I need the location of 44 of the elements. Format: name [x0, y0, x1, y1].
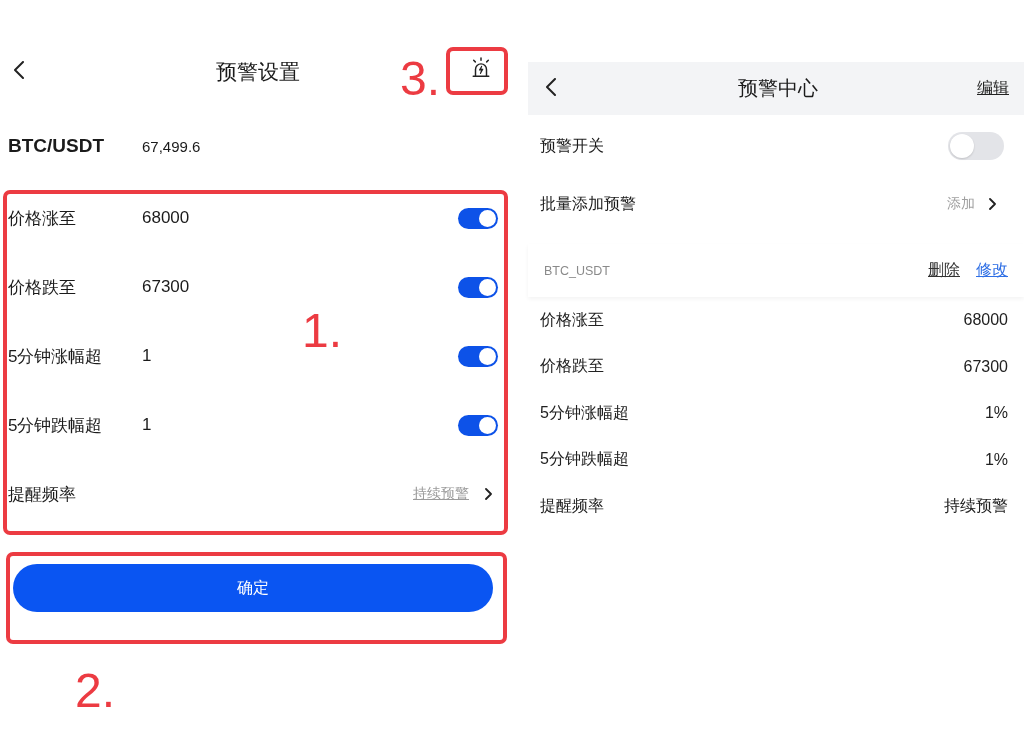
alert-label: 价格跌至	[8, 276, 77, 299]
alert-label: 价格涨至	[540, 309, 604, 330]
alert-value: 持续预警	[944, 495, 1008, 516]
chevron-icon	[485, 488, 492, 500]
chevron-icon	[989, 198, 996, 210]
toggle-switch[interactable]	[458, 276, 498, 298]
toggle-switch[interactable]	[458, 345, 498, 367]
alert-value: 68000	[963, 311, 1008, 330]
modify-link[interactable]: 修改	[976, 260, 1008, 281]
alert-label: 提醒频率	[8, 483, 77, 506]
delete-link[interactable]: 删除	[928, 260, 960, 281]
screen-title: 预警中心	[737, 76, 818, 101]
alert-value: 67300	[142, 277, 190, 297]
alert-value: 68000	[142, 208, 190, 228]
alert-value: 1	[142, 346, 152, 366]
pair-name: BTC_USDT	[544, 263, 610, 278]
screen-title: 预警设置	[215, 58, 300, 85]
alert-value: 1%	[984, 450, 1008, 469]
setting-label: 批量添加预警	[540, 193, 636, 214]
annotation-number: 1.	[302, 307, 343, 355]
alert-label: 5分钟涨幅超	[540, 402, 629, 423]
pair-symbol: BTC/USDT	[8, 135, 106, 157]
annotation-number: 2.	[75, 667, 116, 715]
pair-price: 67,499.6	[142, 137, 201, 155]
alarm-light-icon[interactable]	[470, 57, 492, 79]
alert-value: 67300	[963, 357, 1008, 376]
back-icon[interactable]	[14, 60, 24, 79]
alert-value: 1	[142, 415, 152, 435]
alert-label: 价格涨至	[8, 207, 77, 230]
toggle-switch[interactable]	[458, 207, 498, 229]
back-icon[interactable]	[546, 77, 556, 96]
alert-label: 提醒频率	[540, 495, 604, 516]
alert-value: 1%	[984, 404, 1008, 423]
alert-label: 5分钟涨幅超	[8, 345, 104, 368]
toggle-switch[interactable]	[948, 132, 1004, 160]
confirm-button[interactable]: 确定	[13, 564, 493, 612]
alert-label: 5分钟跌幅超	[540, 449, 629, 470]
setting-label: 预警开关	[540, 135, 604, 156]
edit-link[interactable]: 编辑	[977, 78, 1009, 99]
alert-label: 5分钟跌幅超	[8, 414, 104, 437]
toggle-switch[interactable]	[458, 414, 498, 436]
alert-label: 价格跌至	[540, 356, 604, 377]
frequency-link[interactable]: 持续预警	[413, 485, 469, 503]
annotation-number: 3.	[399, 55, 440, 103]
